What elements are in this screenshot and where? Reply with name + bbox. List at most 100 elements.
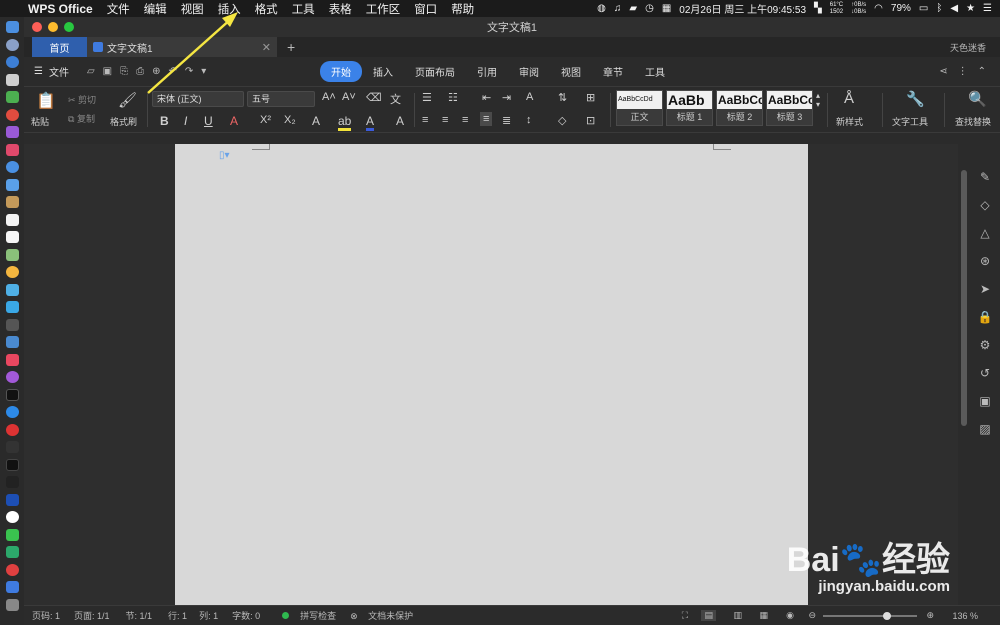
app-icon[interactable]	[5, 196, 19, 208]
app-name-menu[interactable]: WPS Office	[28, 2, 93, 16]
font-family-select[interactable]: 宋体 (正文)	[152, 91, 244, 107]
app-icon[interactable]	[5, 423, 19, 436]
safari-icon[interactable]	[5, 56, 19, 68]
photos-icon[interactable]	[5, 266, 19, 278]
image-icon[interactable]: ▨	[979, 422, 990, 436]
clear-format-icon[interactable]: ⌫	[366, 91, 382, 104]
copy-button[interactable]: ⧉ 复制	[68, 112, 95, 125]
app-icon[interactable]	[5, 143, 19, 156]
highlight-button[interactable]: ab	[338, 114, 352, 131]
app-icon[interactable]	[5, 476, 19, 488]
zoom-in-icon[interactable]: ⊕	[926, 610, 934, 621]
file-menu-button[interactable]: ☰ 文件	[24, 64, 69, 79]
menubar-datetime[interactable]: 02月26日 周三 上午09:45:53	[679, 1, 806, 16]
battery-icon[interactable]: ▭	[919, 3, 928, 14]
menu-tools[interactable]: 工具	[292, 1, 315, 17]
protect-status[interactable]: ⊗ 文档未保护	[350, 609, 413, 622]
control-center-icon[interactable]: ☰	[983, 3, 992, 14]
eye-protect-icon[interactable]: ◉	[786, 610, 794, 621]
zoom-slider-knob[interactable]	[883, 612, 891, 620]
volume-icon[interactable]: ◀	[950, 3, 958, 14]
calendar-app-icon[interactable]	[5, 213, 19, 226]
fullscreen-icon[interactable]: ⛶	[682, 610, 688, 621]
new-style-icon[interactable]: Å	[844, 90, 854, 107]
style-heading-2[interactable]: AaBbCc 标题 2	[716, 90, 763, 126]
collapse-ribbon-icon[interactable]: ⌃	[978, 66, 986, 77]
more-chevron-icon[interactable]: ▾	[201, 66, 206, 77]
align-right-icon[interactable]: ≡	[462, 114, 468, 126]
zoom-slider[interactable]	[823, 612, 917, 620]
menu-edit[interactable]: 编辑	[144, 1, 167, 17]
format-painter-icon[interactable]: 🖌	[118, 91, 137, 109]
keynote-icon[interactable]	[5, 336, 19, 348]
search-icon[interactable]: 🔍	[968, 90, 987, 108]
history-icon[interactable]: ↺	[980, 366, 990, 380]
tab-review[interactable]: 审阅	[508, 61, 550, 82]
launchpad-icon[interactable]	[5, 38, 19, 51]
word-count[interactable]: 字数: 0	[232, 609, 260, 622]
app-icon[interactable]	[5, 546, 19, 558]
app-icon[interactable]	[5, 161, 19, 173]
portrait-icon[interactable]: ▣	[979, 394, 990, 408]
menu-help[interactable]: 帮助	[451, 1, 474, 17]
shapes-icon[interactable]: ◇	[980, 198, 989, 212]
mail-icon[interactable]	[5, 73, 19, 86]
menu-table[interactable]: 表格	[329, 1, 352, 17]
show-marks-icon[interactable]: ⊞	[586, 91, 595, 104]
cut-button[interactable]: ✂ 剪切	[68, 93, 96, 106]
appstore-icon[interactable]	[5, 406, 19, 418]
preview-icon[interactable]: ⊕	[152, 66, 160, 77]
wechat-icon[interactable]	[5, 528, 19, 541]
tab-insert[interactable]: 插入	[362, 61, 404, 82]
pen-icon[interactable]: ✎	[980, 170, 990, 184]
app-icon[interactable]	[5, 581, 19, 593]
scrollbar-thumb[interactable]	[961, 170, 967, 426]
menu-format[interactable]: 格式	[255, 1, 278, 17]
shrink-font-icon[interactable]: A˅	[342, 91, 356, 103]
new-tab-button[interactable]: +	[287, 39, 295, 55]
page-view-icon[interactable]: ▤	[701, 610, 716, 621]
increase-indent-icon[interactable]: ⇥	[502, 91, 511, 104]
terminal-icon[interactable]	[5, 458, 19, 471]
format-painter-button[interactable]: 格式刷	[110, 115, 137, 128]
superscript-button[interactable]: X²	[260, 114, 271, 126]
app-icon[interactable]	[5, 563, 19, 576]
align-left-icon[interactable]: ≡	[422, 114, 428, 126]
download-icon[interactable]: ⊛	[980, 254, 990, 268]
clock-icon[interactable]: ◷	[645, 3, 654, 14]
sort-icon[interactable]: ⇅	[558, 91, 567, 104]
lock-icon[interactable]: 🔒	[978, 310, 993, 324]
border-icon[interactable]: ⊡	[586, 114, 595, 127]
print-icon[interactable]: ⎙	[136, 66, 144, 77]
triangle-icon[interactable]: △	[980, 226, 989, 240]
settings-sliders-icon[interactable]: ⚙	[980, 338, 991, 352]
save-icon[interactable]: ▣	[103, 66, 112, 77]
decrease-indent-icon[interactable]: ⇤	[482, 91, 491, 104]
bluetooth-icon[interactable]: ᛒ	[936, 3, 942, 14]
style-heading-1[interactable]: AaBb 标题 1	[666, 90, 713, 126]
char-shading-button[interactable]: A	[396, 114, 404, 128]
messages-icon[interactable]	[5, 283, 19, 296]
finder-icon[interactable]	[5, 21, 19, 33]
numbered-list-icon[interactable]: ☷	[448, 91, 458, 104]
new-style-button[interactable]: 新样式	[836, 115, 863, 128]
outline-view-icon[interactable]: ▥	[733, 610, 742, 621]
share-icon[interactable]: ⋖	[939, 66, 947, 77]
text-effect-button[interactable]: A	[312, 114, 320, 128]
align-center-icon[interactable]: ≡	[442, 114, 448, 126]
zoom-level[interactable]: 136 %	[952, 611, 978, 621]
line-spacing-icon[interactable]: ↕	[526, 114, 532, 126]
tab-document[interactable]: 文字文稿1 ✕	[87, 37, 277, 57]
trash-icon[interactable]	[5, 598, 19, 611]
star-icon[interactable]: ★	[966, 3, 975, 14]
document-page[interactable]: ▯▾	[175, 144, 808, 605]
app-icon[interactable]	[5, 126, 19, 138]
menu-view[interactable]: 视图	[181, 1, 204, 17]
android-icon[interactable]	[5, 91, 19, 103]
italic-button[interactable]: I	[184, 114, 187, 128]
close-window-button[interactable]	[32, 22, 42, 32]
tab-home[interactable]: 首页	[32, 37, 87, 57]
paragraph-handle-icon[interactable]: ▯▾	[219, 150, 230, 161]
paste-icon[interactable]: 📋	[36, 91, 56, 111]
document-editor[interactable]: ▯▾	[24, 144, 970, 605]
